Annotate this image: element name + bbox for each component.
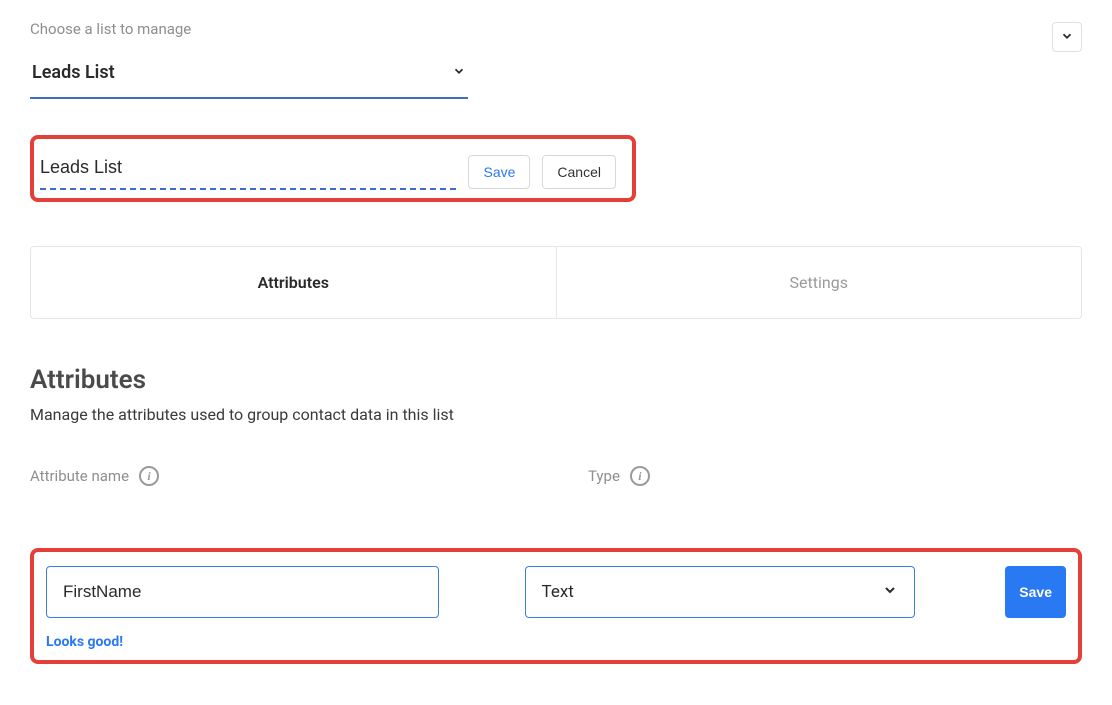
collapse-button[interactable] (1052, 22, 1082, 52)
validation-message: Looks good! (46, 634, 1066, 650)
tab-settings[interactable]: Settings (557, 247, 1082, 318)
list-select-value: Leads List (32, 62, 115, 83)
tabs-container: Attributes Settings (30, 246, 1082, 319)
attribute-type-select[interactable]: Text (525, 566, 916, 618)
attributes-title: Attributes (30, 365, 1082, 395)
choose-list-label: Choose a list to manage (30, 20, 468, 38)
column-header-type: Type i (588, 466, 650, 486)
attribute-type-value: Text (542, 582, 574, 602)
info-icon[interactable]: i (630, 466, 650, 486)
chevron-down-icon (452, 63, 466, 82)
column-header-name-label: Attribute name (30, 467, 129, 485)
attribute-save-button[interactable]: Save (1005, 566, 1066, 618)
tab-attributes[interactable]: Attributes (31, 247, 557, 318)
info-icon[interactable]: i (139, 466, 159, 486)
column-header-type-label: Type (588, 467, 620, 485)
rename-list-input[interactable] (40, 153, 456, 190)
attribute-name-input[interactable] (46, 566, 439, 618)
rename-save-button[interactable]: Save (468, 155, 530, 189)
column-header-attribute-name: Attribute name i (30, 466, 470, 486)
rename-cancel-button[interactable]: Cancel (542, 155, 616, 189)
attribute-row-box: Text Save Looks good! (30, 548, 1082, 664)
list-select-dropdown[interactable]: Leads List (30, 54, 468, 99)
rename-list-box: Save Cancel (30, 135, 636, 202)
chevron-down-icon (1060, 29, 1074, 46)
chevron-down-icon (882, 582, 898, 603)
attributes-subtitle: Manage the attributes used to group cont… (30, 405, 1082, 424)
